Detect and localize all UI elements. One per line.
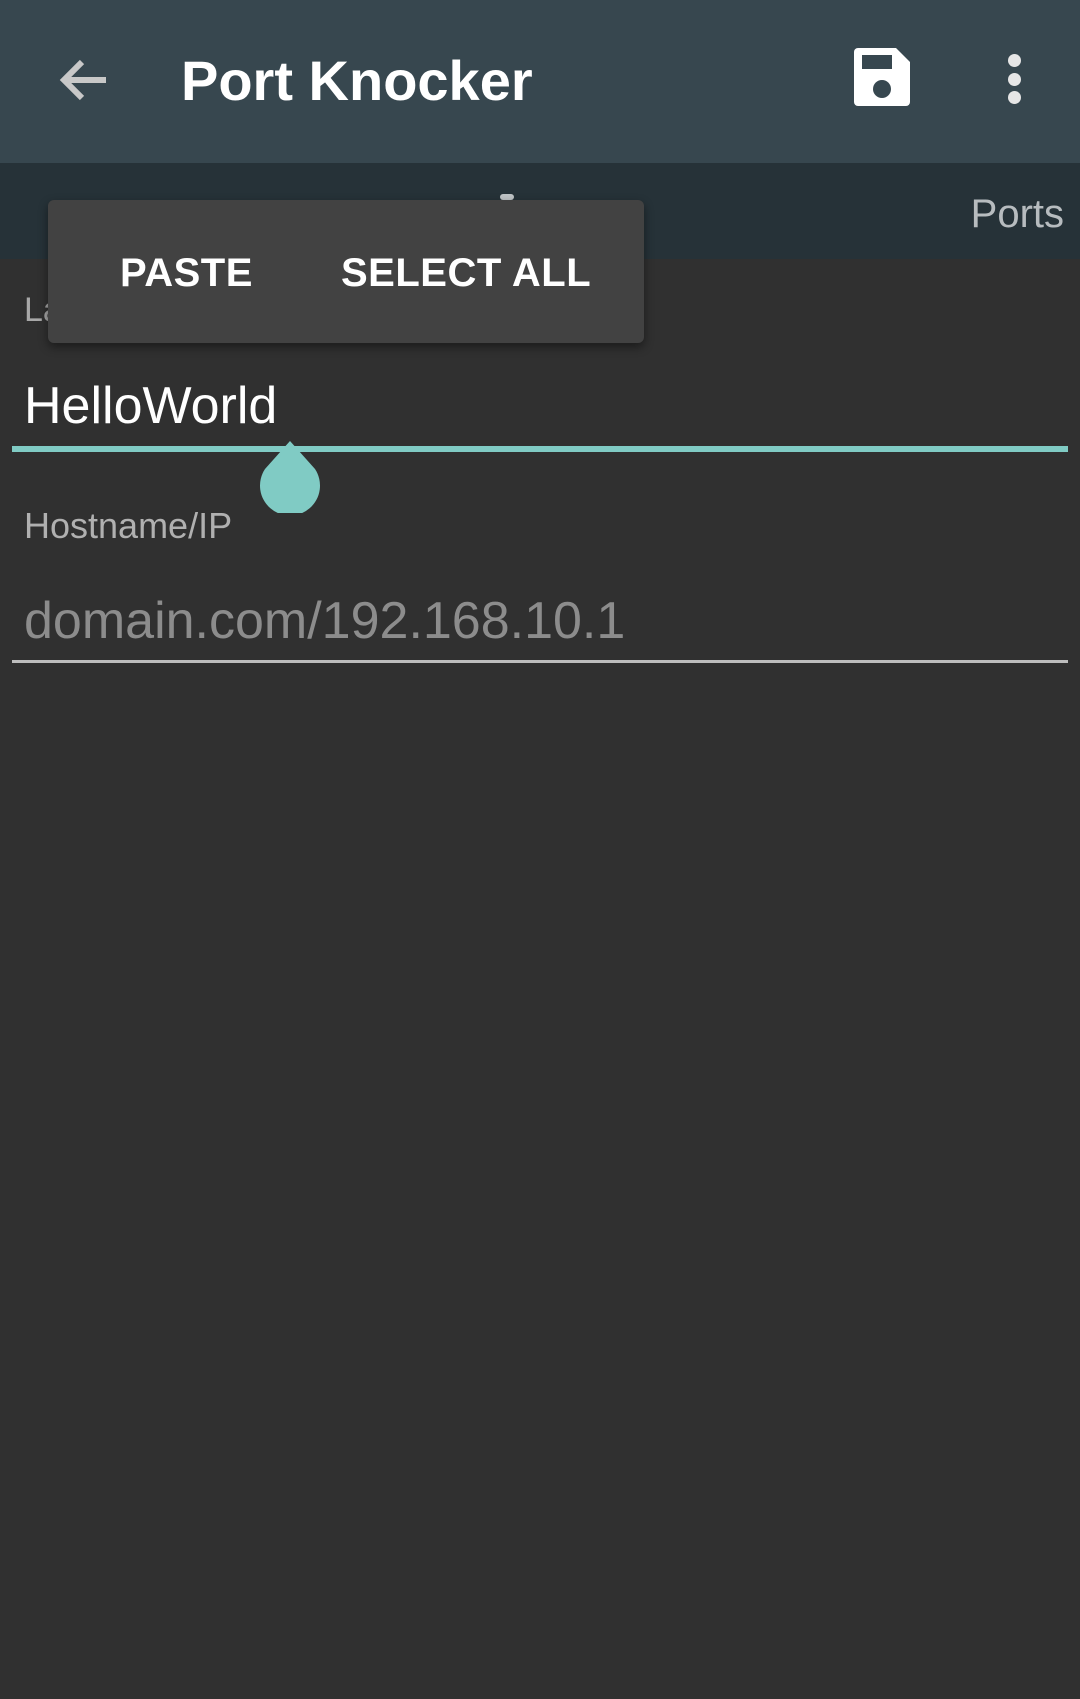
- back-button[interactable]: [48, 48, 120, 112]
- floppy-disk-icon: [854, 48, 910, 106]
- app-title: Port Knocker: [181, 49, 533, 112]
- text-cursor-handle[interactable]: [259, 441, 321, 513]
- tab-ports[interactable]: Ports: [971, 190, 1064, 238]
- app-bar: Port Knocker: [0, 0, 1080, 163]
- paste-button[interactable]: PASTE: [120, 247, 253, 299]
- select-all-button[interactable]: SELECT ALL: [341, 247, 591, 299]
- text-selection-menu: PASTE SELECT ALL: [48, 200, 644, 343]
- save-button[interactable]: [852, 46, 912, 108]
- hostname-input[interactable]: [24, 588, 1064, 654]
- label-input-underline: [12, 446, 1068, 452]
- hostname-input-underline: [12, 660, 1068, 663]
- label-input[interactable]: [24, 372, 1064, 440]
- arrow-left-icon: [59, 59, 106, 101]
- hostname-field-label: Hostname/IP: [24, 505, 233, 546]
- more-options-button[interactable]: [996, 46, 1032, 112]
- more-vertical-icon: [1007, 54, 1021, 67]
